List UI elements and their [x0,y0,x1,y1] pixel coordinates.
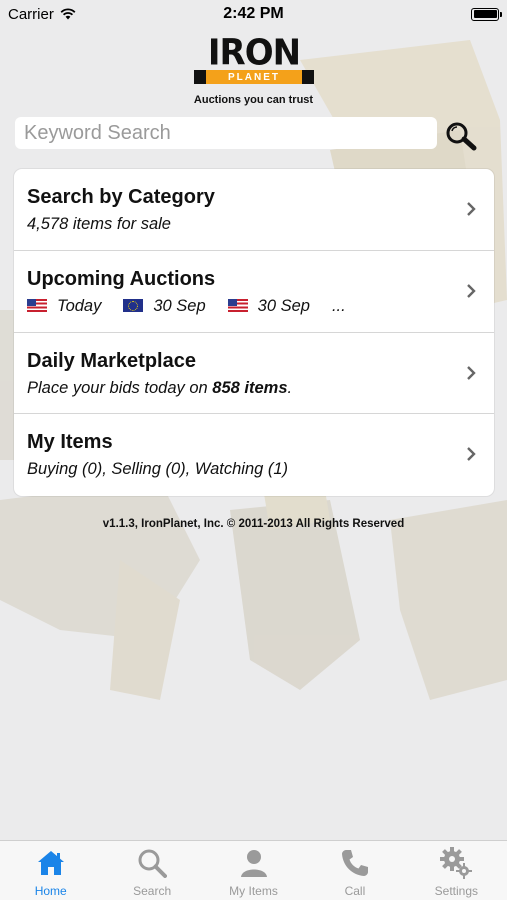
my-items-row[interactable]: My Items Buying (0), Selling (0), Watchi… [14,414,494,496]
row-title: Upcoming Auctions [27,267,216,290]
row-subtitle: Place your bids today on 858 items. [27,378,454,398]
main-menu-card: Search by Category 4,578 items for sale … [14,169,494,496]
auction-date-label: Today [57,296,102,315]
tab-call[interactable]: Call [304,841,405,900]
copyright-text: v1.1.3, IronPlanet, Inc. © 2011-2013 All… [102,518,405,530]
ironplanet-logo: IRON PLANET [194,32,314,86]
tab-my-items[interactable]: My Items [203,841,304,900]
gear-icon [439,846,473,880]
auction-date-item: 30 Sep [227,296,310,316]
logo-iron-text: IRON [207,32,301,74]
chevron-right-icon [467,202,476,216]
home-icon [34,846,68,880]
auction-date-label: 30 Sep [153,296,206,315]
status-bar: Carrier 2:42 PM [0,0,507,28]
search-bar [15,117,485,151]
person-icon [237,846,271,880]
keyword-search-input[interactable] [15,117,437,149]
chevron-right-icon [467,447,476,462]
auction-date-item: 30 Sep [123,296,206,316]
upcoming-auctions-row[interactable]: Upcoming Auctions Today 30 Sep 30 Sep ..… [14,251,494,333]
auction-dates: Today 30 Sep 30 Sep ... [27,296,454,316]
search-by-category-row[interactable]: Search by Category 4,578 items for sale [14,169,494,251]
search-button[interactable] [443,119,479,153]
marketplace-item-count: 858 items [212,378,288,397]
tagline: Auctions you can trust [193,94,314,106]
search-icon [446,122,477,151]
tab-label: Call [344,884,366,898]
tab-home[interactable]: Home [0,841,101,900]
wifi-icon [60,8,76,20]
row-subtitle: 4,578 items for sale [27,215,171,233]
subtitle-suffix: . [287,378,293,397]
status-left: Carrier [8,6,158,23]
battery-icon [471,7,502,21]
row-title: Daily Marketplace [27,349,196,372]
subtitle-prefix: Place your bids today on [27,378,213,397]
tab-label: My Items [229,884,278,898]
tab-bar: Home Search My Items Call Settings [0,840,507,900]
chevron-right-icon [467,283,476,298]
carrier-label: Carrier [8,5,54,23]
more-auctions-ellipsis: ... [331,296,346,315]
row-title: My Items [27,431,113,454]
status-right [349,7,502,21]
tab-search[interactable]: Search [101,841,202,900]
tab-label: Home [34,884,67,898]
tab-label: Settings [434,884,478,898]
status-time: 2:42 PM [223,5,284,22]
tab-settings[interactable]: Settings [406,841,507,900]
auction-date-label: 30 Sep [257,296,310,315]
us-flag-icon [27,299,47,313]
row-title: Search by Category [27,186,215,208]
search-icon [135,846,169,880]
auction-date-item: Today [27,296,101,316]
daily-marketplace-row[interactable]: Daily Marketplace Place your bids today … [14,333,494,415]
chevron-right-icon [467,365,476,380]
phone-icon [338,846,372,880]
row-subtitle: Buying (0), Selling (0), Watching (1) [27,460,289,479]
tab-label: Search [133,884,172,898]
eu-flag-icon [123,299,144,313]
us-flag-icon [227,299,248,313]
